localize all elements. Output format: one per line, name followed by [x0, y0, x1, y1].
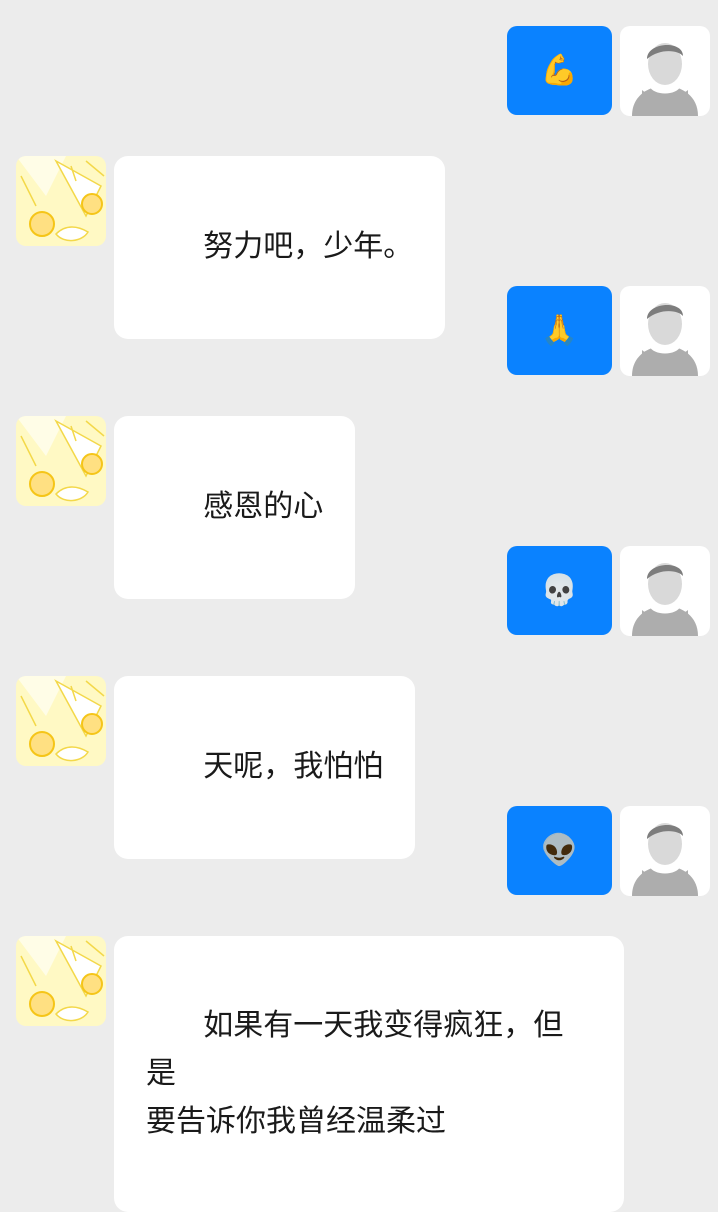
outgoing-bubble[interactable]: 👽	[507, 806, 612, 895]
message-text: 天呢，我怕怕	[203, 749, 384, 784]
outgoing-bubble[interactable]: 🙏	[507, 286, 612, 375]
contact-avatar[interactable]	[16, 156, 106, 246]
outgoing-message: 🙏	[0, 286, 718, 376]
default-user-avatar-icon	[620, 286, 710, 376]
folded-hands-emoji: 🙏	[540, 312, 579, 348]
outgoing-bubble[interactable]: 💪	[507, 26, 612, 115]
incoming-bubble[interactable]: 如果有一天我变得疯狂，但是 要告诉你我曾经温柔过	[114, 936, 624, 1212]
default-user-avatar-icon	[620, 26, 710, 116]
outgoing-message: 💀	[0, 546, 718, 636]
outgoing-message: 👽	[0, 806, 718, 896]
user-avatar[interactable]	[620, 806, 710, 896]
anime-character-avatar-icon	[16, 416, 106, 506]
incoming-message: 如果有一天我变得疯狂，但是 要告诉你我曾经温柔过	[0, 936, 718, 1212]
default-user-avatar-icon	[620, 806, 710, 896]
flexed-biceps-emoji: 💪	[540, 52, 579, 88]
message-text: 如果有一天我变得疯狂，但是 要告诉你我曾经温柔过	[146, 1008, 564, 1139]
incoming-message: 努力吧，少年。	[0, 156, 718, 339]
anime-character-avatar-icon	[16, 156, 106, 246]
outgoing-bubble[interactable]: 💀	[507, 546, 612, 635]
contact-avatar[interactable]	[16, 676, 106, 766]
outgoing-message: 💪	[0, 26, 718, 116]
user-avatar[interactable]	[620, 26, 710, 116]
chat-thread[interactable]: 💪 努力吧，少年。 🙏 感恩的心 💀 天呢，我怕怕 👽 如果有一天我变得疯狂，但…	[0, 0, 718, 1212]
message-text: 感恩的心	[203, 489, 324, 524]
user-avatar[interactable]	[620, 286, 710, 376]
default-user-avatar-icon	[620, 546, 710, 636]
message-text: 努力吧，少年。	[203, 229, 414, 264]
contact-avatar[interactable]	[16, 936, 106, 1026]
skull-emoji: 💀	[540, 572, 579, 608]
incoming-message: 感恩的心	[0, 416, 718, 599]
anime-character-avatar-icon	[16, 936, 106, 1026]
user-avatar[interactable]	[620, 546, 710, 636]
incoming-message: 天呢，我怕怕	[0, 676, 718, 859]
anime-character-avatar-icon	[16, 676, 106, 766]
contact-avatar[interactable]	[16, 416, 106, 506]
alien-emoji: 👽	[540, 832, 579, 868]
